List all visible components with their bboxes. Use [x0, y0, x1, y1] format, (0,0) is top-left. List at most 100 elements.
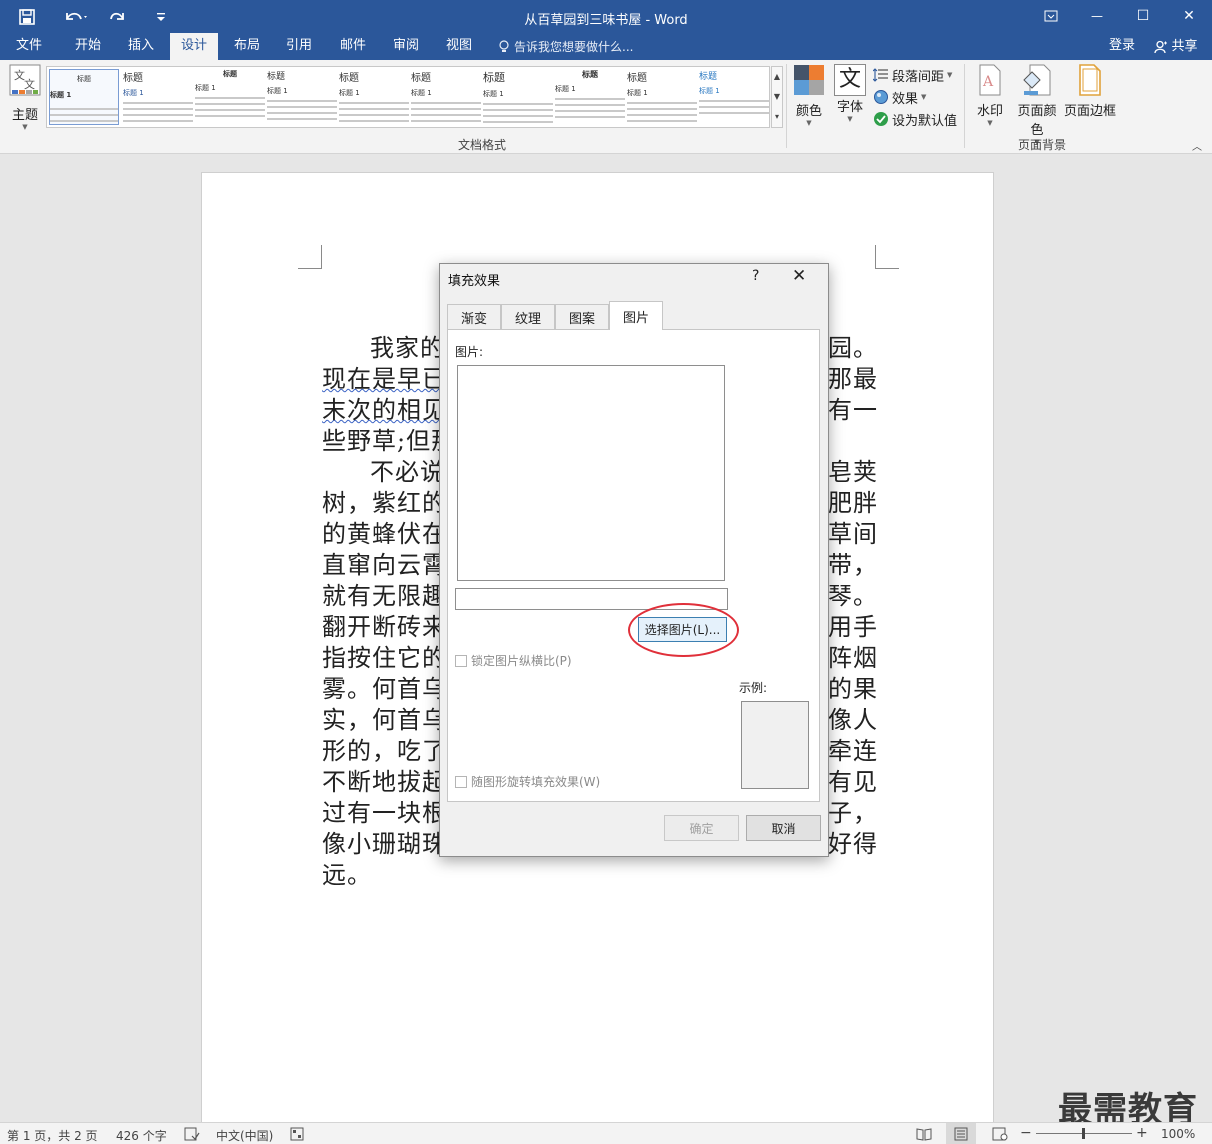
macro-icon[interactable]: [290, 1127, 304, 1144]
colors-button[interactable]: 颜色 ▼: [790, 64, 828, 130]
print-layout-icon[interactable]: [946, 1123, 976, 1144]
watermark-button[interactable]: A 水印 ▼: [972, 64, 1008, 130]
tab-home[interactable]: 开始: [64, 33, 112, 60]
document-line[interactable]: 实，何首乌: [322, 700, 447, 735]
gallery-down-icon[interactable]: ▼: [772, 87, 782, 107]
tab-pattern[interactable]: 图案: [555, 304, 609, 329]
gallery-scroll[interactable]: ▲ ▼ ▾: [771, 66, 783, 128]
document-line[interactable]: 直窜向云霄: [322, 545, 447, 580]
zoom-out-button[interactable]: −: [1020, 1125, 1032, 1141]
zoom-slider-thumb[interactable]: [1082, 1128, 1085, 1139]
tab-review[interactable]: 审阅: [383, 33, 429, 60]
page-color-button[interactable]: 页面颜色 ▼: [1012, 64, 1062, 146]
tell-me-box[interactable]: 告诉我您想要做什么...: [498, 38, 633, 55]
close-button[interactable]: ✕: [1166, 3, 1212, 29]
document-line-end[interactable]: 园。: [828, 328, 878, 363]
document-line-end[interactable]: 肥胖: [828, 483, 878, 518]
style-set-item[interactable]: 标题 标题 1: [699, 69, 769, 125]
document-line[interactable]: 的黄蜂伏在: [322, 514, 447, 549]
document-line[interactable]: 形的，吃了: [322, 731, 447, 766]
style-set-item[interactable]: 标题 标题 1: [195, 69, 265, 125]
document-line[interactable]: 树，紫红的: [322, 483, 447, 518]
document-line[interactable]: 现在是早已: [322, 359, 447, 394]
tab-view[interactable]: 视图: [436, 33, 482, 60]
language[interactable]: 中文(中国): [216, 1127, 273, 1144]
document-line[interactable]: 我家的: [370, 328, 445, 363]
set-as-default-button[interactable]: 设为默认值: [873, 110, 957, 129]
document-line-end[interactable]: 琴。: [828, 576, 878, 611]
document-line-end[interactable]: 阵烟: [828, 638, 878, 673]
collapse-ribbon-icon[interactable]: ︿: [1192, 138, 1202, 153]
ribbon-display-icon[interactable]: [1028, 3, 1074, 29]
page-count[interactable]: 第 1 页，共 2 页: [7, 1127, 98, 1144]
gallery-more-icon[interactable]: ▾: [772, 107, 782, 127]
gallery-up-icon[interactable]: ▲: [772, 67, 782, 87]
tab-texture[interactable]: 纹理: [501, 304, 555, 329]
document-line[interactable]: 指按住它的: [322, 638, 447, 673]
document-line[interactable]: 些野草;但那: [322, 421, 456, 456]
style-set-item[interactable]: 标题 标题 1: [483, 69, 553, 125]
proofing-icon[interactable]: [184, 1127, 200, 1144]
tab-gradient[interactable]: 渐变: [447, 304, 501, 329]
fonts-button[interactable]: 文 字体 ▼: [830, 64, 870, 130]
web-layout-icon[interactable]: [992, 1127, 1008, 1144]
tab-picture[interactable]: 图片: [609, 301, 663, 330]
rotate-with-shape-checkbox[interactable]: 随图形旋转填充效果(W): [455, 773, 600, 790]
document-line-end[interactable]: 好得: [828, 824, 878, 859]
document-line-end[interactable]: 有见: [828, 762, 878, 797]
word-count[interactable]: 426 个字: [116, 1127, 167, 1144]
tab-layout[interactable]: 布局: [224, 33, 270, 60]
style-set-item[interactable]: 标题 标题 1: [267, 69, 337, 125]
document-line-end[interactable]: 子，: [828, 793, 878, 828]
style-set-item[interactable]: 标题 标题 1: [555, 69, 625, 125]
checkmark-icon: [874, 112, 888, 126]
document-line[interactable]: 过有一块根: [322, 793, 447, 828]
effects-button[interactable]: 效果 ▼: [873, 88, 926, 107]
document-line-end[interactable]: 草间: [828, 514, 878, 549]
document-line-end[interactable]: 牵连: [828, 731, 878, 766]
document-line-end[interactable]: 有一: [828, 390, 878, 425]
paragraph-spacing-icon: [873, 68, 888, 82]
document-line[interactable]: 像小珊瑚珠: [322, 824, 447, 859]
document-line-end[interactable]: 那最: [828, 359, 878, 394]
style-set-item[interactable]: 标题 标题 1: [411, 69, 481, 125]
document-line-end[interactable]: 用手: [828, 607, 878, 642]
document-line[interactable]: 不断地拔起: [322, 762, 447, 797]
document-line[interactable]: 末次的相见: [322, 390, 447, 425]
style-set-item[interactable]: 标题 标题 1: [123, 69, 193, 125]
dialog-close-button[interactable]: ✕: [792, 266, 806, 286]
page-borders-button[interactable]: 页面边框: [1064, 64, 1116, 130]
tab-design[interactable]: 设计: [170, 33, 218, 60]
ok-button[interactable]: 确定: [664, 815, 739, 841]
style-set-gallery[interactable]: 标题 标题 1 标题 标题 1 标题 标题 1 标题 标题 1 标题 标题 1 …: [46, 66, 770, 128]
lock-aspect-checkbox[interactable]: 锁定图片纵横比(P): [455, 652, 572, 669]
document-line[interactable]: 雾。何首乌: [322, 669, 447, 704]
share-button[interactable]: 共享: [1148, 33, 1204, 60]
document-line[interactable]: 远。: [322, 855, 372, 890]
minimize-button[interactable]: —: [1074, 3, 1120, 29]
tab-mailings[interactable]: 邮件: [330, 33, 376, 60]
document-line-end[interactable]: 带，: [828, 545, 878, 580]
tab-insert[interactable]: 插入: [118, 33, 164, 60]
document-line-end[interactable]: 的果: [828, 669, 878, 704]
zoom-level[interactable]: 100%: [1161, 1127, 1195, 1141]
maximize-button[interactable]: ☐: [1120, 3, 1166, 29]
paragraph-spacing-button[interactable]: 段落间距 ▼: [873, 66, 952, 85]
effects-label: 效果: [892, 91, 919, 107]
read-mode-icon[interactable]: [916, 1127, 932, 1144]
login-link[interactable]: 登录: [1102, 33, 1142, 60]
tab-file[interactable]: 文件: [6, 33, 52, 60]
tab-references[interactable]: 引用: [276, 33, 322, 60]
document-line-end[interactable]: 像人: [828, 700, 878, 735]
help-button[interactable]: ?: [752, 268, 759, 284]
themes-button[interactable]: 文文 主题 ▼: [6, 64, 44, 134]
document-line[interactable]: 不必说: [370, 452, 445, 487]
style-set-item[interactable]: 标题 标题 1: [49, 69, 119, 125]
cancel-button[interactable]: 取消: [746, 815, 821, 841]
style-set-item[interactable]: 标题 标题 1: [339, 69, 409, 125]
zoom-in-button[interactable]: +: [1136, 1125, 1148, 1141]
document-line[interactable]: 翻开断砖来: [322, 607, 447, 642]
style-set-item[interactable]: 标题 标题 1: [627, 69, 697, 125]
document-line[interactable]: 就有无限趣: [322, 576, 447, 611]
document-line-end[interactable]: 皂荚: [828, 452, 878, 487]
